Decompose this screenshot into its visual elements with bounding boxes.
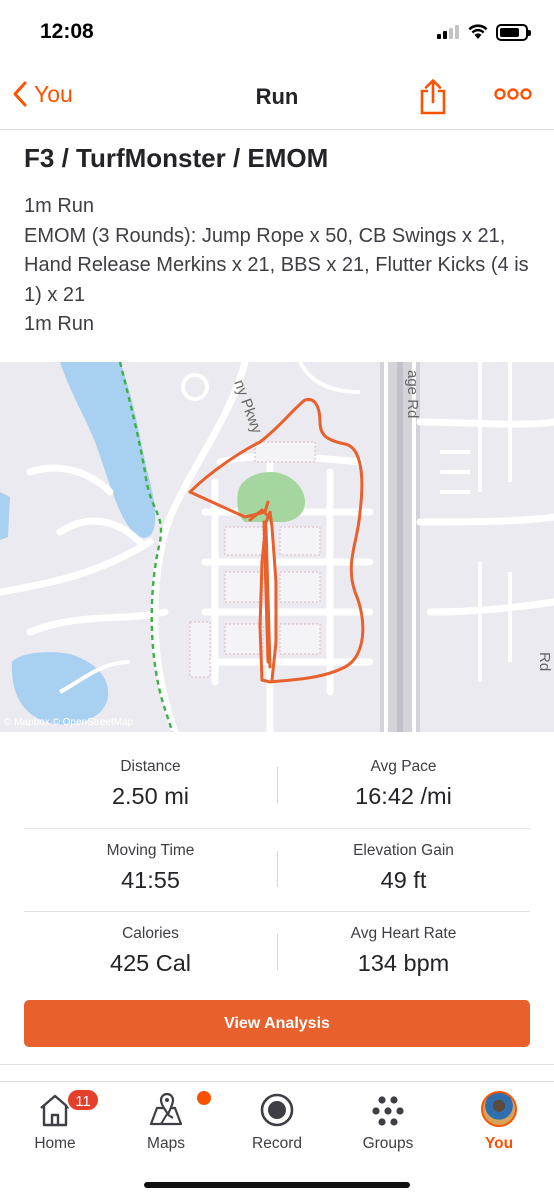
stat-elevation-gain: Elevation Gain 49 ft: [277, 842, 530, 894]
stat-label: Avg Pace: [370, 758, 437, 775]
activity-description: 1m Run EMOM (3 Rounds): Jump Rope x 50, …: [24, 192, 534, 340]
share-icon: [420, 79, 446, 115]
stats-grid: Distance 2.50 mi Avg Pace 16:42 /mi Movi…: [0, 745, 554, 994]
stat-value: 134 bpm: [357, 950, 450, 976]
map-canvas: ny Pkwy age Rd Rd: [0, 362, 554, 732]
notification-badge: 11: [66, 1088, 100, 1112]
maps-icon: [149, 1092, 183, 1126]
home-indicator: [144, 1182, 410, 1188]
street-label: Rd: [536, 652, 553, 671]
new-indicator-dot: [197, 1091, 211, 1105]
groups-icon: [372, 1096, 404, 1126]
tab-label: Maps: [147, 1135, 185, 1152]
description-line: EMOM (3 Rounds): Jump Rope x 50, CB Swin…: [24, 224, 529, 306]
street-label: age Rd: [404, 370, 421, 418]
street-label: ny Pkwy: [230, 378, 265, 437]
share-button[interactable]: [419, 78, 447, 121]
description-line: 1m Run: [24, 313, 95, 335]
tab-groups[interactable]: Groups: [333, 1082, 443, 1162]
pond: [11, 652, 109, 725]
cellular-signal-icon: [437, 25, 461, 39]
stat-value: 2.50 mi: [111, 783, 190, 809]
divider: [0, 1064, 554, 1065]
more-dots-icon: [494, 88, 532, 100]
stat-distance: Distance 2.50 mi: [24, 758, 277, 810]
page-title: Run: [255, 84, 299, 109]
record-icon: [260, 1093, 294, 1127]
stats-row: Moving Time 41:55 Elevation Gain 49 ft: [24, 828, 530, 911]
map-attribution[interactable]: © Mapbox © OpenStreetMap: [4, 717, 133, 728]
description-line: 1m Run: [24, 195, 95, 217]
stat-value: 16:42 /mi: [355, 783, 452, 809]
status-bar: 12:08: [0, 0, 554, 66]
tab-home[interactable]: 11 Home: [0, 1082, 110, 1162]
stat-moving-time: Moving Time 41:55: [24, 842, 277, 894]
stat-label: Avg Heart Rate: [350, 925, 457, 942]
route-map[interactable]: ny Pkwy age Rd Rd © Mapbox © OpenStreetM…: [0, 362, 554, 732]
tab-you[interactable]: You: [444, 1082, 554, 1162]
tab-label: You: [484, 1135, 514, 1152]
status-time: 12:08: [40, 20, 94, 43]
stat-avg-pace: Avg Pace 16:42 /mi: [277, 758, 530, 810]
nav-header: You Run: [0, 66, 554, 130]
stat-label: Calories: [122, 925, 179, 942]
stat-label: Distance: [120, 758, 181, 775]
tab-maps[interactable]: Maps: [111, 1082, 221, 1162]
tab-record[interactable]: Record: [222, 1082, 332, 1162]
stat-avg-heart-rate: Avg Heart Rate 134 bpm: [277, 925, 530, 977]
stats-row: Distance 2.50 mi Avg Pace 16:42 /mi: [24, 745, 530, 828]
more-options-button[interactable]: [494, 87, 532, 106]
stat-label: Moving Time: [106, 842, 195, 859]
avatar: [481, 1091, 517, 1127]
view-analysis-button[interactable]: View Analysis: [24, 1000, 530, 1047]
stat-value: 49 ft: [380, 867, 427, 893]
stat-calories: Calories 425 Cal: [24, 925, 277, 977]
battery-icon: [496, 24, 531, 41]
stat-label: Elevation Gain: [353, 842, 454, 859]
activity-title: F3 / TurfMonster / EMOM: [24, 143, 329, 173]
tab-label: Record: [252, 1135, 302, 1152]
tab-label: Home: [34, 1135, 76, 1152]
tab-label: Groups: [362, 1135, 414, 1152]
stat-value: 41:55: [121, 867, 180, 893]
wifi-icon: [468, 24, 488, 39]
stats-row: Calories 425 Cal Avg Heart Rate 134 bpm: [24, 911, 530, 994]
stat-value: 425 Cal: [110, 950, 191, 976]
lake-west: [0, 492, 10, 540]
